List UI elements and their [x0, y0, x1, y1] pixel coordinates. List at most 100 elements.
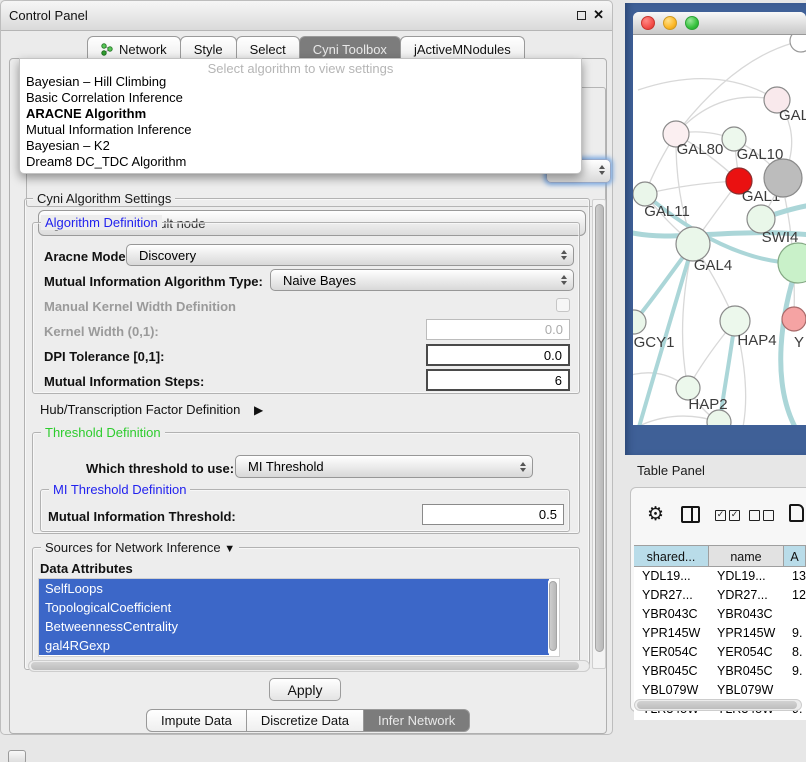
network-window-titlebar[interactable]: [633, 12, 806, 35]
table-body[interactable]: YDL19...YDL19...13YDR27...YDR27...12YBR0…: [634, 567, 806, 720]
combo-arrows: [555, 250, 573, 260]
settings-hscrollbar-thumb[interactable]: [31, 662, 579, 670]
tab-jactivemnodules[interactable]: jActiveMNodules: [400, 36, 525, 59]
gear-icon[interactable]: ⚙: [647, 503, 664, 525]
table-hscrollbar-thumb[interactable]: [637, 701, 797, 709]
mi-type-combobox[interactable]: Naive Bayes: [270, 269, 574, 291]
attribute-list-item[interactable]: gal4RGexp: [39, 636, 549, 655]
algorithm-options-list: Bayesian – Hill ClimbingBasic Correlatio…: [20, 74, 581, 170]
manual-kernel-checkbox[interactable]: [556, 298, 570, 312]
kernel-width-field[interactable]: 0.0: [426, 319, 570, 340]
tab-select[interactable]: Select: [236, 36, 300, 59]
table-row[interactable]: YBR043CYBR043C: [634, 605, 806, 624]
tab-infer-network[interactable]: Infer Network: [363, 709, 470, 732]
algorithm-option[interactable]: Bayesian – K2: [20, 138, 581, 154]
window-minimize-button[interactable]: [663, 16, 677, 30]
combo-arrows: [555, 275, 573, 285]
network-node-label: Y: [794, 334, 804, 351]
network-node[interactable]: [778, 243, 806, 283]
table-cell: YBL079W: [634, 681, 709, 700]
table-cell: YER054C: [634, 643, 709, 662]
sources-title: Sources for Network Inference: [45, 540, 221, 555]
mi-type-label: Mutual Information Algorithm Type:: [44, 274, 263, 289]
float-panel-icon[interactable]: [577, 11, 586, 20]
table-cell: YIL052C: [709, 719, 784, 720]
combo-arrows: [599, 165, 605, 175]
table-row[interactable]: YIL052CYIL052C9.: [634, 719, 806, 720]
mi-threshold-field[interactable]: 0.5: [422, 504, 564, 525]
deselect-all-columns-icon[interactable]: [749, 510, 774, 521]
control-panel-titlebar: Control Panel ✕: [1, 1, 612, 31]
new-table-icon[interactable]: [789, 504, 804, 522]
table-row[interactable]: YDR27...YDR27...12: [634, 586, 806, 605]
algorithm-option[interactable]: Basic Correlation Inference: [20, 90, 581, 106]
hub-definition-toggle[interactable]: Hub/Transcription Factor Definition ▶: [40, 402, 263, 417]
network-node-label: HAP4: [737, 332, 776, 349]
algorithm-option[interactable]: Dream8 DC_TDC Algorithm: [20, 154, 581, 170]
column-header-name[interactable]: name: [709, 546, 784, 566]
network-node[interactable]: [764, 159, 802, 197]
data-attributes-list[interactable]: SelfLoopsTopologicalCoefficientBetweenne…: [38, 578, 560, 657]
settings-scrollbar-track[interactable]: [592, 199, 606, 669]
apply-button[interactable]: Apply: [269, 678, 341, 701]
table-cell: YDR27...: [634, 586, 709, 605]
tab-discretize-data[interactable]: Discretize Data: [246, 709, 364, 732]
table-cell: 12: [784, 586, 806, 605]
minimized-panel-icon[interactable]: [8, 750, 26, 762]
table-cell: YPR145W: [634, 624, 709, 643]
network-node[interactable]: [790, 35, 806, 52]
algorithm-option[interactable]: Bayesian – Hill Climbing: [20, 74, 581, 90]
window-zoom-button[interactable]: [685, 16, 699, 30]
attribute-list-item[interactable]: BetweennessCentrality: [39, 617, 549, 636]
table-row[interactable]: YDL19...YDL19...13: [634, 567, 806, 586]
algorithm-option[interactable]: ARACNE Algorithm: [20, 106, 581, 122]
data-attributes-label: Data Attributes: [40, 561, 133, 576]
combo-value: MI Threshold: [236, 459, 514, 474]
close-icon[interactable]: ✕: [593, 7, 604, 23]
network-node-label: GAL11: [644, 203, 690, 220]
attributes-scrollbar-thumb[interactable]: [549, 581, 557, 651]
network-node[interactable]: [676, 227, 710, 261]
table-hscrollbar[interactable]: [634, 699, 802, 711]
attributes-scrollbar-track[interactable]: [548, 580, 559, 654]
settings-hscrollbar[interactable]: [28, 660, 590, 672]
network-node[interactable]: [782, 307, 806, 331]
network-node-label: GAL80: [677, 141, 724, 158]
tab-network[interactable]: Network: [87, 36, 181, 59]
attribute-list-item[interactable]: TopologicalCoefficient: [39, 598, 549, 617]
select-all-columns-icon[interactable]: ✓✓: [715, 510, 740, 521]
split-columns-icon[interactable]: [681, 506, 700, 523]
control-panel-window: Control Panel ✕ Network Style Select Cyn…: [0, 0, 613, 735]
mi-steps-label: Mutual Information Steps:: [44, 374, 204, 389]
algorithm-option[interactable]: Mutual Information Inference: [20, 122, 581, 138]
mi-threshold-label: Mutual Information Threshold:: [48, 509, 236, 524]
mi-steps-field[interactable]: 6: [426, 369, 570, 391]
table-cell: YDL19...: [634, 567, 709, 586]
sources-toggle[interactable]: Sources for Network Inference ▼: [41, 540, 239, 555]
table-row[interactable]: YBR045CYBR045C9.: [634, 662, 806, 681]
table-header-row: shared... name A: [634, 545, 806, 567]
column-header-shared-name[interactable]: shared...: [634, 546, 709, 566]
aracne-mode-combobox[interactable]: Discovery: [126, 244, 574, 266]
group-title: MI Threshold Definition: [49, 482, 190, 497]
tab-cyni-toolbox[interactable]: Cyni Toolbox: [299, 36, 401, 59]
which-threshold-combobox[interactable]: MI Threshold: [235, 455, 533, 478]
tab-impute-data[interactable]: Impute Data: [146, 709, 247, 732]
window-close-button[interactable]: [641, 16, 655, 30]
network-node[interactable]: [633, 310, 646, 334]
settings-scrollbar-thumb[interactable]: [595, 204, 604, 652]
bottom-tab-bar: Impute Data Discretize Data Infer Networ…: [147, 709, 470, 732]
combo-value: Discovery: [127, 248, 555, 263]
table-cell: 9.: [784, 662, 806, 681]
table-row[interactable]: YER054CYER054C8.: [634, 643, 806, 662]
column-header-partial[interactable]: A: [784, 546, 806, 566]
combo-arrows: [514, 462, 532, 472]
table-row[interactable]: YPR145WYPR145W9.: [634, 624, 806, 643]
tab-style[interactable]: Style: [180, 36, 237, 59]
attribute-list-item[interactable]: SelfLoops: [39, 579, 549, 598]
network-canvas[interactable]: GALGAL80GAL10GAL1GAL11SWI4GAL4GCY1HAP4YH…: [633, 35, 806, 425]
aracne-mode-label: Aracne Mode:: [44, 249, 130, 264]
dpi-tolerance-field[interactable]: 0.0: [426, 344, 570, 366]
table-cell: 9.: [784, 624, 806, 643]
table-row[interactable]: YBL079WYBL079W: [634, 681, 806, 700]
